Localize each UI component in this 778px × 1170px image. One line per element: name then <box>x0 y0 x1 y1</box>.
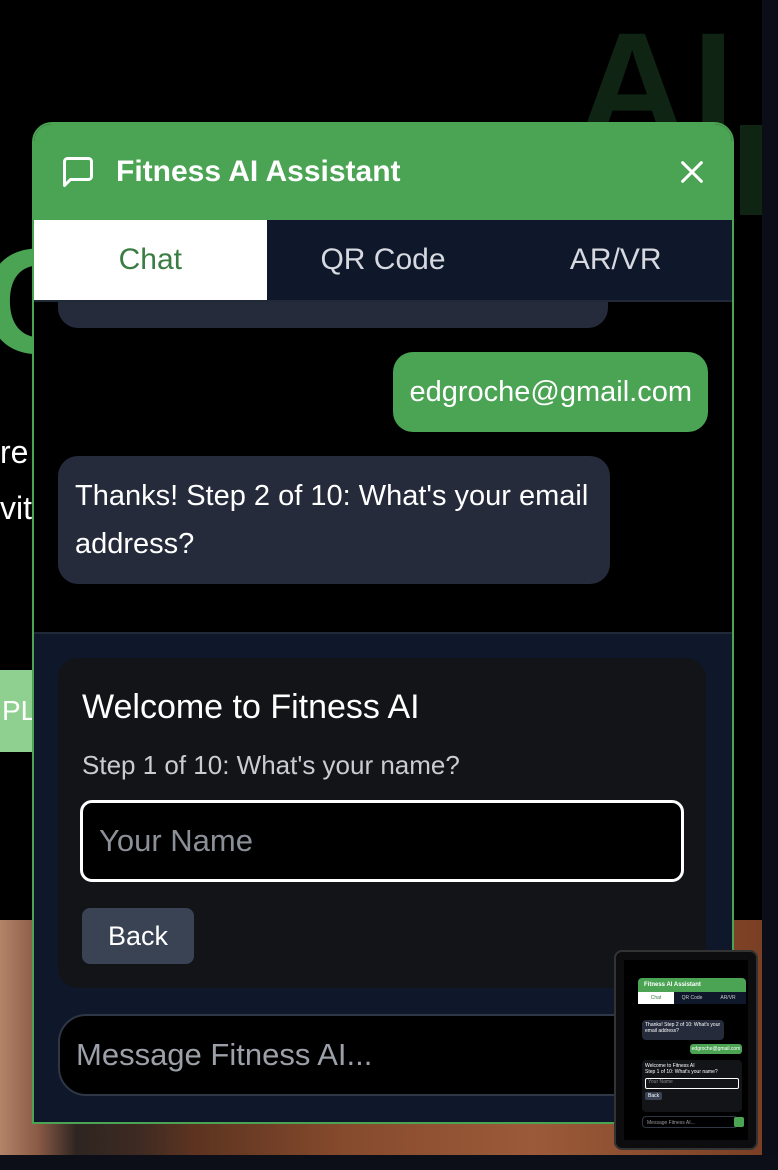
tab-qr-code[interactable]: QR Code <box>267 220 500 300</box>
page-scrollbar[interactable] <box>762 0 778 1170</box>
name-input[interactable] <box>80 800 684 882</box>
onboarding-card: Welcome to Fitness AI Step 1 of 10: What… <box>58 658 706 988</box>
thumbnail-send-icon <box>734 1117 744 1127</box>
onboarding-step: Step 1 of 10: What's your name? <box>82 750 460 780</box>
thumbnail-message-input: Message Fitness AI... <box>642 1116 738 1128</box>
screenshot-thumbnail[interactable]: Fitness AI Assistant Chat QR Code AR/VR … <box>614 950 758 1150</box>
thumbnail-user-bubble: edgroche@gmail.com <box>690 1044 742 1054</box>
chat-header: Fitness AI Assistant <box>34 124 732 220</box>
thumbnail-tab: Chat <box>638 992 674 1004</box>
back-button[interactable]: Back <box>82 908 194 964</box>
thumbnail-card: Welcome to Fitness AI Step 1 of 10: What… <box>642 1060 742 1112</box>
message-bubble-bot-partial <box>58 302 608 328</box>
message-list[interactable]: edgroche@gmail.com Thanks! Step 2 of 10:… <box>34 302 732 632</box>
thumbnail-preview: Fitness AI Assistant Chat QR Code AR/VR … <box>624 960 748 1140</box>
thumbnail-back-button: Back <box>645 1092 663 1100</box>
thumbnail-tabs: Chat QR Code AR/VR <box>638 992 746 1004</box>
background-decoration <box>740 125 762 215</box>
background-text-fragment: re <box>0 434 29 470</box>
message-bubble-bot: Thanks! Step 2 of 10: What's your email … <box>58 456 610 584</box>
tab-ar-vr[interactable]: AR/VR <box>499 220 732 300</box>
page-footer-strip <box>0 1155 778 1170</box>
onboarding-title: Welcome to Fitness AI <box>82 688 420 726</box>
tab-chat[interactable]: Chat <box>34 220 267 300</box>
thumbnail-tab: QR Code <box>681 995 703 1001</box>
chat-title: Fitness AI Assistant <box>116 155 401 188</box>
message-square-icon <box>63 157 93 187</box>
thumbnail-bot-bubble: Thanks! Step 2 of 10: What's your email … <box>642 1020 724 1040</box>
thumbnail-name-input: Your Name <box>645 1078 739 1089</box>
thumbnail-card-step: Step 1 of 10: What's your name? <box>645 1069 718 1075</box>
message-input[interactable] <box>58 1014 698 1096</box>
close-icon[interactable] <box>678 158 706 186</box>
message-bubble-user: edgroche@gmail.com <box>393 352 708 432</box>
thumbnail-tab: AR/VR <box>720 995 736 1001</box>
thumbnail-header: Fitness AI Assistant <box>638 978 746 992</box>
tab-bar: Chat QR Code AR/VR <box>34 220 732 302</box>
